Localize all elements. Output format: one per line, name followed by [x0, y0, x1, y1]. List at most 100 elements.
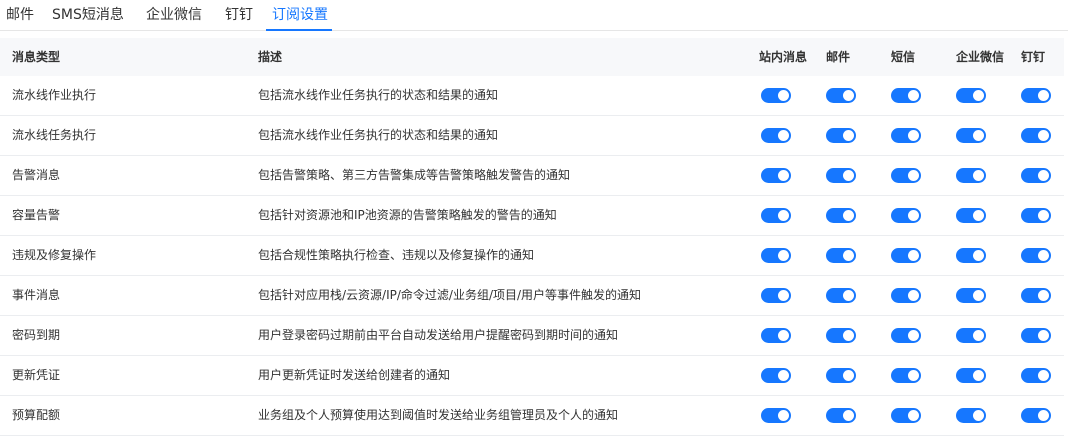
toggle-knob — [843, 130, 854, 141]
table-row: 流水线任务执行 包括流水线作业任务执行的状态和结果的通知 — [0, 116, 1064, 156]
toggle-dingtalk[interactable] — [1021, 168, 1051, 183]
toggle-inbox[interactable] — [761, 128, 791, 143]
subscription-table: 消息类型 描述 站内消息 邮件 短信 企业微信 钉钉 流水线作业执行 包括流水线… — [0, 38, 1064, 436]
row-type: 容量告警 — [12, 208, 61, 222]
toggle-inbox[interactable] — [761, 328, 791, 343]
tab-dingtalk[interactable]: 钉钉 — [225, 4, 253, 26]
toggle-knob — [778, 410, 789, 421]
toggle-knob — [1038, 410, 1049, 421]
table-row: 容量告警 包括针对资源池和IP池资源的告警策略触发的警告的通知 — [0, 196, 1064, 236]
toggle-knob — [843, 170, 854, 181]
toggle-wecom[interactable] — [956, 168, 986, 183]
tab-bar: 邮件 SMS短消息 企业微信 钉钉 订阅设置 — [0, 0, 1068, 31]
toggle-knob — [973, 250, 984, 261]
table-row: 流水线作业执行 包括流水线作业任务执行的状态和结果的通知 — [0, 76, 1064, 116]
row-description: 包括针对应用栈/云资源/IP/命令过滤/业务组/项目/用户等事件触发的通知 — [258, 288, 642, 302]
toggle-inbox[interactable] — [761, 288, 791, 303]
toggle-email[interactable] — [826, 288, 856, 303]
toggle-wecom[interactable] — [956, 128, 986, 143]
toggle-sms[interactable] — [891, 128, 921, 143]
toggle-knob — [843, 410, 854, 421]
row-type: 密码到期 — [12, 328, 61, 342]
toggle-inbox[interactable] — [761, 368, 791, 383]
table-header: 消息类型 描述 站内消息 邮件 短信 企业微信 钉钉 — [0, 38, 1064, 76]
toggle-sms[interactable] — [891, 88, 921, 103]
toggle-dingtalk[interactable] — [1021, 208, 1051, 223]
toggle-wecom[interactable] — [956, 408, 986, 423]
toggle-dingtalk[interactable] — [1021, 288, 1051, 303]
toggle-dingtalk[interactable] — [1021, 88, 1051, 103]
toggle-knob — [843, 370, 854, 381]
toggle-knob — [843, 250, 854, 261]
toggle-sms[interactable] — [891, 168, 921, 183]
active-tab-indicator — [266, 29, 332, 31]
toggle-inbox[interactable] — [761, 208, 791, 223]
row-type: 流水线作业执行 — [12, 88, 97, 102]
header-wecom: 企业微信 — [956, 50, 1005, 64]
toggle-wecom[interactable] — [956, 88, 986, 103]
toggle-knob — [908, 330, 919, 341]
toggle-dingtalk[interactable] — [1021, 368, 1051, 383]
row-description: 用户登录密码过期前由平台自动发送给用户提醒密码到期时间的通知 — [258, 328, 619, 342]
toggle-email[interactable] — [826, 88, 856, 103]
row-type: 流水线任务执行 — [12, 128, 97, 142]
toggle-dingtalk[interactable] — [1021, 128, 1051, 143]
row-type: 更新凭证 — [12, 368, 61, 382]
header-message-type: 消息类型 — [12, 50, 61, 64]
table-row: 违规及修复操作 包括合规性策略执行检查、违规以及修复操作的通知 — [0, 236, 1064, 276]
toggle-sms[interactable] — [891, 208, 921, 223]
toggle-wecom[interactable] — [956, 208, 986, 223]
toggle-knob — [908, 170, 919, 181]
toggle-wecom[interactable] — [956, 288, 986, 303]
toggle-email[interactable] — [826, 208, 856, 223]
toggle-sms[interactable] — [891, 288, 921, 303]
tab-email[interactable]: 邮件 — [6, 4, 34, 26]
row-description: 用户更新凭证时发送给创建者的通知 — [258, 368, 451, 382]
row-description: 包括告警策略、第三方告警集成等告警策略触发警告的通知 — [258, 168, 571, 182]
toggle-email[interactable] — [826, 408, 856, 423]
toggle-knob — [908, 130, 919, 141]
row-type: 事件消息 — [12, 288, 61, 302]
toggle-email[interactable] — [826, 128, 856, 143]
toggle-wecom[interactable] — [956, 248, 986, 263]
tab-wecom[interactable]: 企业微信 — [146, 4, 202, 26]
toggle-dingtalk[interactable] — [1021, 408, 1051, 423]
row-description: 包括合规性策略执行检查、违规以及修复操作的通知 — [258, 248, 535, 262]
toggle-knob — [973, 130, 984, 141]
toggle-email[interactable] — [826, 368, 856, 383]
tab-subscription-settings[interactable]: 订阅设置 — [272, 4, 328, 26]
toggle-knob — [973, 210, 984, 221]
toggle-email[interactable] — [826, 248, 856, 263]
toggle-knob — [778, 90, 789, 101]
toggle-inbox[interactable] — [761, 88, 791, 103]
toggle-inbox[interactable] — [761, 168, 791, 183]
toggle-wecom[interactable] — [956, 328, 986, 343]
toggle-sms[interactable] — [891, 328, 921, 343]
toggle-knob — [1038, 210, 1049, 221]
row-type: 违规及修复操作 — [12, 248, 97, 262]
toggle-inbox[interactable] — [761, 248, 791, 263]
toggle-email[interactable] — [826, 328, 856, 343]
toggle-wecom[interactable] — [956, 368, 986, 383]
header-email: 邮件 — [826, 50, 851, 64]
toggle-dingtalk[interactable] — [1021, 248, 1051, 263]
row-description: 业务组及个人预算使用达到阈值时发送给业务组管理员及个人的通知 — [258, 408, 619, 422]
toggle-sms[interactable] — [891, 248, 921, 263]
toggle-knob — [778, 170, 789, 181]
toggle-sms[interactable] — [891, 408, 921, 423]
toggle-dingtalk[interactable] — [1021, 328, 1051, 343]
toggle-knob — [973, 330, 984, 341]
tab-sms[interactable]: SMS短消息 — [52, 4, 124, 26]
toggle-inbox[interactable] — [761, 408, 791, 423]
toggle-knob — [908, 210, 919, 221]
toggle-knob — [1038, 130, 1049, 141]
toggle-knob — [1038, 290, 1049, 301]
toggle-knob — [973, 410, 984, 421]
toggle-email[interactable] — [826, 168, 856, 183]
row-description: 包括针对资源池和IP池资源的告警策略触发的警告的通知 — [258, 208, 557, 222]
toggle-sms[interactable] — [891, 368, 921, 383]
row-type: 告警消息 — [12, 168, 61, 182]
toggle-knob — [973, 90, 984, 101]
toggle-knob — [1038, 90, 1049, 101]
row-description: 包括流水线作业任务执行的状态和结果的通知 — [258, 88, 499, 102]
